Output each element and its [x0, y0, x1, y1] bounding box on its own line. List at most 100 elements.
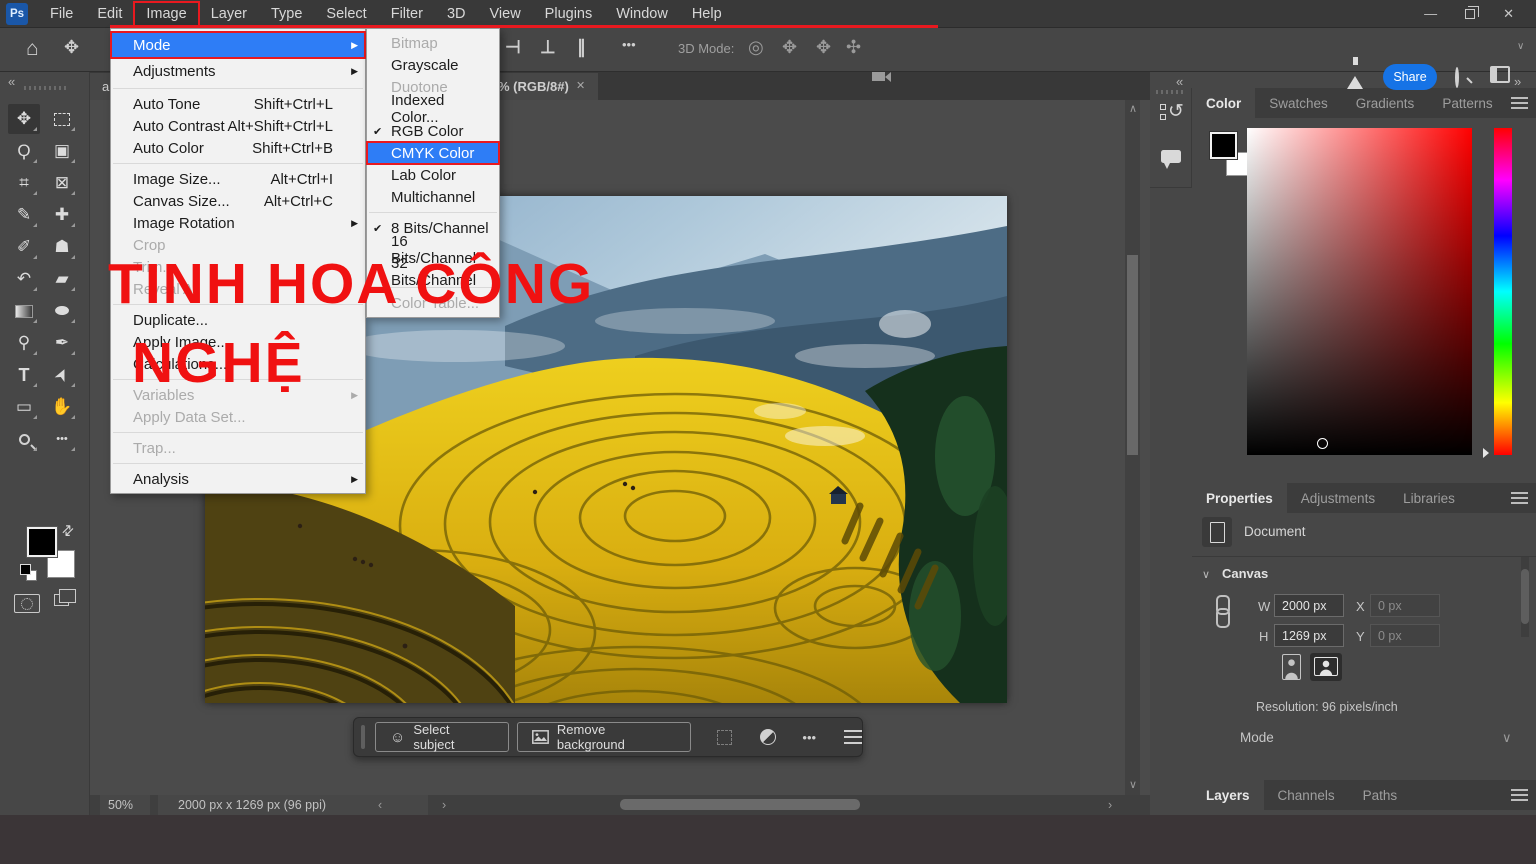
screen-mode-button[interactable] [54, 594, 69, 606]
height-input[interactable] [1274, 624, 1344, 647]
menu-image[interactable]: Image [134, 2, 198, 26]
tab-properties[interactable]: Properties [1192, 483, 1287, 513]
strip-drag-handle[interactable] [1156, 90, 1186, 94]
link-dimensions-icon[interactable] [1216, 595, 1228, 625]
tab-libraries[interactable]: Libraries [1389, 483, 1469, 513]
menu-item-canvas-size[interactable]: Canvas Size... Alt+Ctrl+C [111, 190, 365, 212]
menu-item-apply-image[interactable]: Apply Image... [111, 331, 365, 353]
x-input[interactable] [1370, 594, 1440, 617]
search-icon[interactable] [1455, 69, 1459, 87]
transform-icon[interactable] [717, 730, 732, 745]
shape-tool[interactable]: ▭ [8, 392, 40, 422]
menu-item-32-bits[interactable]: 32 Bits/Channel [367, 261, 499, 283]
remove-background-button[interactable]: Remove background [517, 722, 692, 752]
frame-tool[interactable]: ⊠ [46, 168, 78, 198]
home-icon[interactable]: ⌂ [26, 37, 39, 61]
menu-item-auto-contrast[interactable]: Auto Contrast Alt+Shift+Ctrl+L [111, 115, 365, 137]
menu-type[interactable]: Type [259, 2, 314, 26]
comments-panel-icon[interactable] [1161, 150, 1181, 163]
workspace-icon[interactable] [1490, 66, 1510, 83]
close-tab-icon[interactable]: ✕ [576, 79, 585, 92]
tab-adjustments[interactable]: Adjustments [1287, 483, 1389, 513]
mode-chevron-icon[interactable]: ∨ [1502, 730, 1512, 746]
tab-channels[interactable]: Channels [1264, 780, 1349, 810]
crop-tool[interactable]: ⌗ [8, 168, 40, 198]
healing-brush-tool[interactable]: ✚ [46, 200, 78, 230]
color-panel-menu-icon[interactable] [1511, 97, 1528, 109]
scroll-up-icon[interactable]: ∧ [1129, 102, 1137, 115]
menu-item-grayscale[interactable]: Grayscale [367, 54, 499, 76]
slide-3d-icon[interactable]: ✣ [846, 37, 861, 58]
adjustments-icon[interactable] [760, 729, 776, 745]
align-bottom-icon[interactable]: ⊥ [540, 37, 556, 58]
pan-3d-icon[interactable]: ✥ [816, 37, 831, 58]
pen-tool[interactable]: ✒ [46, 328, 78, 358]
hscroll-right-icon[interactable]: › [1108, 798, 1112, 812]
tab-gradients[interactable]: Gradients [1342, 88, 1429, 118]
canvas-vertical-scrollbar[interactable]: ∧ ∨ [1125, 100, 1140, 795]
history-panel-icon[interactable]: ↺ [1168, 100, 1184, 123]
menu-plugins[interactable]: Plugins [533, 2, 605, 26]
menu-item-lab-color[interactable]: Lab Color [367, 164, 499, 186]
roll-3d-icon[interactable]: ✥ [782, 37, 797, 58]
status-flyout-icon[interactable]: › [442, 798, 446, 812]
y-input[interactable] [1370, 624, 1440, 647]
orbit-3d-icon[interactable]: ◎ [748, 37, 764, 58]
properties-scroll-thumb[interactable] [1521, 569, 1529, 624]
history-brush-tool[interactable]: ↶ [8, 264, 40, 294]
vertical-scroll-thumb[interactable] [1127, 255, 1138, 455]
menu-item-adjustments[interactable]: Adjustments ▶ [111, 58, 365, 84]
quick-mask-button[interactable] [14, 594, 40, 613]
menu-view[interactable]: View [478, 2, 533, 26]
lasso-tool[interactable]: Ϙ [8, 136, 40, 166]
portrait-orientation-button[interactable] [1282, 654, 1301, 680]
scroll-down-icon[interactable]: ∨ [1129, 778, 1137, 791]
landscape-orientation-button[interactable] [1310, 653, 1342, 681]
beta-flask-icon[interactable] [1347, 76, 1363, 89]
move-tool[interactable]: ✥ [8, 104, 40, 134]
taskbar-drag-handle[interactable] [361, 725, 365, 749]
collapse-panels-icon[interactable]: « [1176, 74, 1183, 89]
brush-tool[interactable]: ✐ [8, 232, 40, 262]
blur-tool[interactable]: ⬬ [46, 296, 78, 326]
hand-tool[interactable]: ✋ [46, 392, 78, 422]
color-foreground-swatch[interactable] [1210, 132, 1237, 159]
menu-item-analysis[interactable]: Analysis ▶ [111, 468, 365, 490]
close-button[interactable]: ✕ [1503, 6, 1514, 22]
distribute-icon[interactable]: ∥ [577, 37, 586, 58]
horizontal-scroll-thumb[interactable] [620, 799, 860, 810]
tab-layers[interactable]: Layers [1192, 780, 1264, 810]
tools-drag-handle[interactable] [24, 86, 66, 90]
menu-item-auto-tone[interactable]: Auto Tone Shift+Ctrl+L [111, 93, 365, 115]
menu-help[interactable]: Help [680, 2, 734, 26]
menu-item-duplicate[interactable]: Duplicate... [111, 309, 365, 331]
collapse-tools-icon[interactable]: « [8, 74, 15, 89]
menu-3d[interactable]: 3D [435, 2, 478, 26]
edit-toolbar[interactable]: ••• [46, 424, 78, 454]
color-picker-cursor[interactable] [1317, 438, 1328, 449]
marquee-tool[interactable] [46, 104, 78, 134]
menu-window[interactable]: Window [604, 2, 680, 26]
menu-select[interactable]: Select [314, 2, 378, 26]
saturation-brightness-field[interactable] [1247, 128, 1472, 455]
object-selection-tool[interactable]: ▣ [46, 136, 78, 166]
menu-item-image-size[interactable]: Image Size... Alt+Ctrl+I [111, 168, 365, 190]
move-tool-icon[interactable]: ✥ [64, 37, 79, 58]
more-options-icon[interactable]: ••• [622, 37, 636, 52]
menu-file[interactable]: File [38, 2, 85, 26]
default-colors-icon[interactable] [20, 564, 31, 575]
camera-3d-icon[interactable] [872, 72, 885, 81]
menu-item-indexed-color[interactable]: Indexed Color... [367, 98, 499, 120]
minimize-button[interactable]: — [1424, 6, 1437, 21]
path-selection-tool[interactable]: ➤ [46, 360, 78, 390]
zoom-level-field[interactable]: 50% [100, 795, 150, 815]
menu-item-rgb-color[interactable]: ✔ RGB Color [367, 120, 499, 142]
zoom-tool[interactable] [8, 424, 40, 454]
properties-scrollbar[interactable] [1521, 557, 1529, 637]
eraser-tool[interactable]: ▰ [46, 264, 78, 294]
menu-item-multichannel[interactable]: Multichannel [367, 186, 499, 208]
properties-sliders-icon[interactable] [844, 730, 862, 744]
select-subject-button[interactable]: ☺ Select subject [375, 722, 509, 752]
menu-layer[interactable]: Layer [199, 2, 259, 26]
menu-item-calculations[interactable]: Calculations... [111, 353, 365, 375]
